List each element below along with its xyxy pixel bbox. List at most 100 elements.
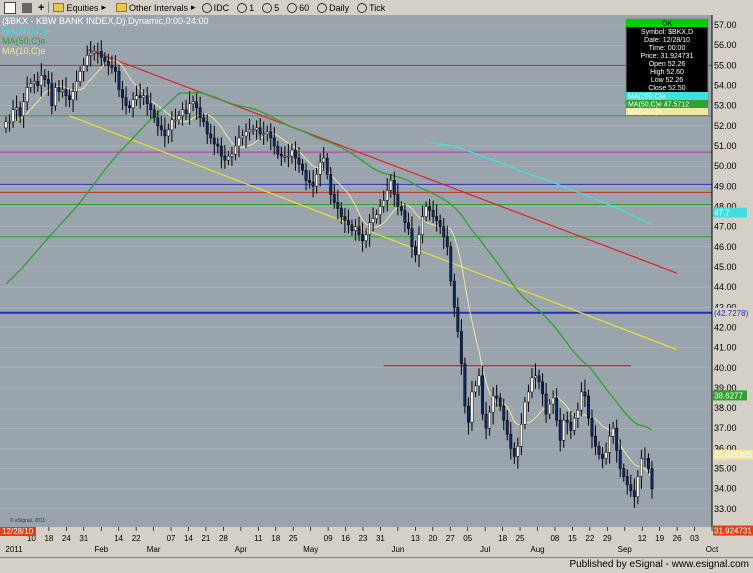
- candle-body: [248, 129, 252, 133]
- candle-body: [297, 157, 301, 165]
- candle-body: [216, 143, 220, 147]
- equities-button[interactable]: Equities ▸: [53, 2, 106, 13]
- candle-body: [152, 109, 156, 119]
- candle-body: [18, 107, 22, 117]
- x-tick-label: 22: [585, 534, 594, 543]
- chevron-right-icon: ▸: [101, 2, 106, 12]
- candle-body: [50, 83, 54, 106]
- candle-body: [61, 89, 64, 92]
- menu-button[interactable]: [4, 1, 18, 14]
- candle-body: [36, 81, 40, 86]
- price-chart[interactable]: 33.0034.0035.0036.0037.0038.0039.0040.00…: [0, 15, 753, 557]
- candle-body: [265, 131, 269, 135]
- candle-body: [551, 397, 555, 405]
- candle-body: [131, 99, 135, 108]
- x-tick-label: 31: [376, 534, 385, 543]
- add-button[interactable]: +: [38, 2, 44, 14]
- candle-body: [15, 107, 19, 110]
- candle-body: [71, 91, 75, 100]
- candle-body: [251, 129, 255, 132]
- x-tick-label: 18: [44, 534, 53, 543]
- folder-icon: [116, 3, 127, 12]
- candle-body: [85, 55, 89, 66]
- candle-body: [286, 155, 290, 158]
- y-tick-label: 46.00: [714, 242, 737, 252]
- equities-label: Equities: [66, 2, 99, 13]
- price-box-label: 31.924731: [714, 527, 752, 536]
- candle-body: [481, 375, 485, 415]
- daily-button[interactable]: Daily: [317, 2, 349, 13]
- candle-body: [615, 427, 619, 451]
- candle-body: [622, 468, 626, 477]
- candle-body: [438, 220, 442, 227]
- clock-icon: [317, 2, 328, 13]
- legend-ma10: MA(10,C)e: [2, 46, 46, 56]
- window-icon: [4, 1, 16, 14]
- candle-body: [601, 454, 605, 459]
- candle-body: [555, 397, 559, 421]
- y-tick-label: 35.00: [714, 464, 737, 474]
- y-tick-label: 37.00: [714, 423, 737, 433]
- month-label: Aug: [530, 545, 544, 554]
- candle-body: [163, 129, 167, 137]
- candle-body: [459, 331, 463, 364]
- candle-body: [226, 155, 230, 161]
- candle-body: [410, 228, 414, 248]
- x-tick-label: 03: [690, 534, 699, 543]
- interval-5-button[interactable]: 5: [262, 2, 279, 13]
- candle-body: [562, 419, 566, 441]
- x-tick-label: 24: [62, 534, 71, 543]
- x-tick-label: 13: [411, 534, 420, 543]
- candle-body: [339, 208, 343, 217]
- candle-body: [29, 83, 33, 88]
- x-tick-label: 15: [568, 534, 577, 543]
- x-tick-label: 25: [289, 534, 298, 543]
- candle-body: [399, 206, 403, 211]
- candle-body: [544, 393, 548, 415]
- candle-body: [382, 200, 386, 207]
- y-tick-label: 45.00: [714, 262, 737, 272]
- candle-body: [572, 417, 576, 431]
- candle-body: [124, 97, 128, 106]
- candle-body: [173, 119, 177, 122]
- x-tick-label: 31: [79, 534, 88, 543]
- candle-body: [625, 476, 629, 485]
- month-label: May: [303, 545, 318, 554]
- candle-body: [46, 79, 50, 84]
- y-tick-label: 56.00: [714, 40, 737, 50]
- candle-body: [604, 452, 608, 459]
- tick-label: Tick: [369, 2, 386, 13]
- legend-ma50: MA(50,C)e: [2, 36, 46, 46]
- x-tick-label: 20: [428, 534, 437, 543]
- other-intervals-button[interactable]: Other Intervals ▸: [116, 2, 196, 13]
- candle-body: [22, 101, 26, 117]
- interval-1-button[interactable]: 1: [237, 2, 254, 13]
- tick-button[interactable]: Tick: [357, 2, 386, 13]
- candle-body: [505, 419, 509, 435]
- info-price: Price: 31.924731: [641, 53, 694, 60]
- candle-body: [145, 95, 149, 104]
- candle-body: [406, 222, 410, 229]
- candle-body: [498, 397, 502, 407]
- copyright-label: © eSignal, 2011: [10, 517, 46, 524]
- candle-body: [191, 101, 195, 104]
- candle-body: [385, 190, 389, 201]
- month-label: Jun: [391, 545, 404, 554]
- candle-body: [431, 210, 435, 217]
- candle-body: [456, 307, 460, 332]
- candle-body: [308, 180, 312, 183]
- candle-body: [262, 133, 266, 136]
- idc-button[interactable]: IDC: [201, 2, 229, 13]
- candle-body: [336, 202, 340, 209]
- print-button[interactable]: [22, 2, 34, 13]
- x-tick-label: 16: [341, 534, 350, 543]
- candle-body: [424, 206, 428, 217]
- candle-body: [537, 375, 541, 383]
- y-tick-label: 44.00: [714, 282, 737, 292]
- candle-body: [488, 411, 492, 429]
- info-date: Date: 12/28/10: [644, 37, 690, 44]
- candle-body: [156, 117, 160, 127]
- interval-60-button[interactable]: 60: [287, 2, 309, 13]
- candle-body: [276, 145, 280, 155]
- x-tick-label: 25: [516, 534, 525, 543]
